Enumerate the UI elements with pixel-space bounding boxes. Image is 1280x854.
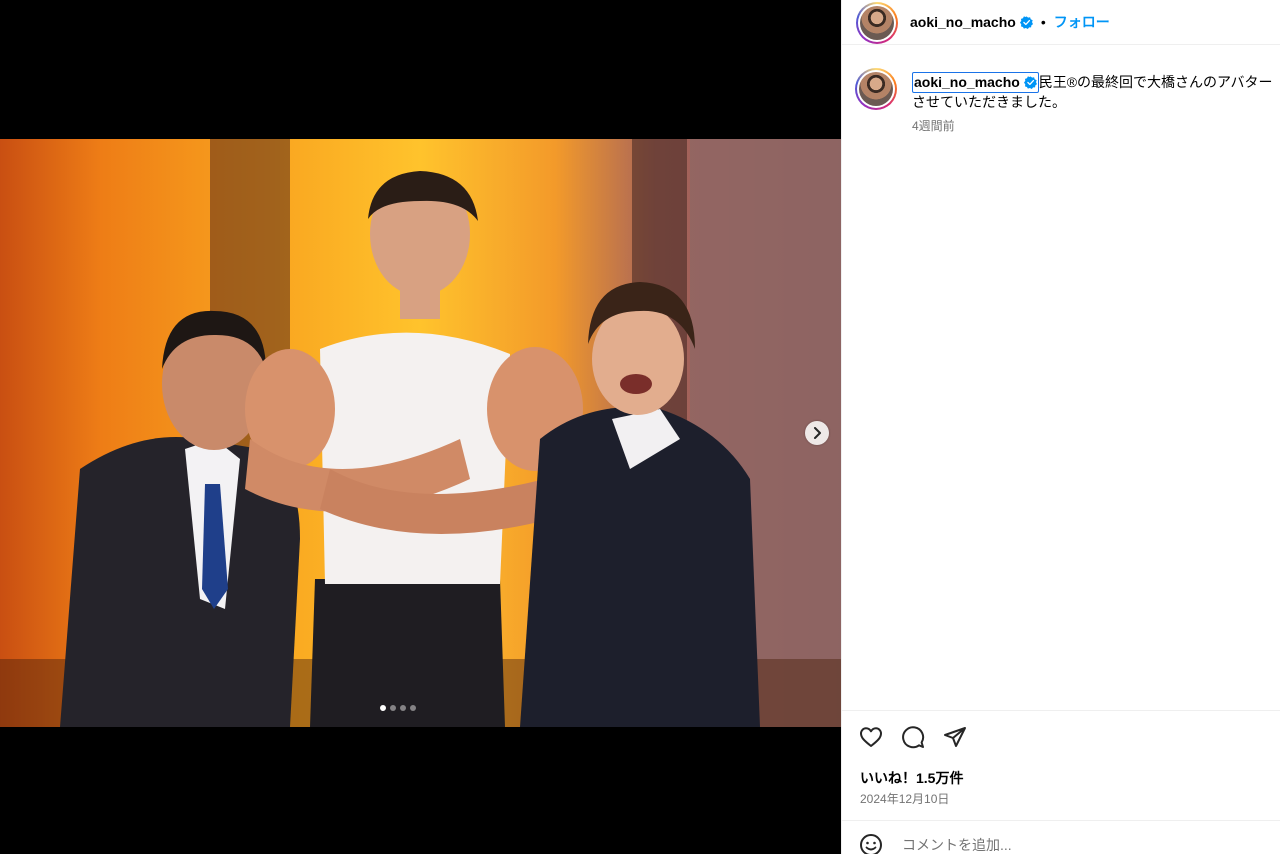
header-separator: •	[1040, 14, 1046, 30]
post-actions	[858, 724, 968, 750]
comment-button[interactable]	[900, 724, 926, 750]
carousel-indicator	[380, 705, 416, 711]
like-count[interactable]: いいね！1.5万件	[860, 768, 963, 788]
photo-illustration	[0, 139, 841, 727]
post-date: 2024年12月10日	[860, 792, 950, 806]
verified-badge-icon	[1023, 76, 1037, 89]
post-caption: aoki_no_macho 民王®の最終回で大橋さんのアバター させていただきま…	[912, 72, 1280, 112]
carousel-next-button[interactable]	[805, 421, 829, 445]
post-media	[0, 0, 841, 854]
header-line: aoki_no_macho • フォロー	[910, 12, 1110, 32]
post-sidebar: aoki_no_macho • フォロー aoki_no_macho 民王®の最…	[841, 0, 1280, 854]
post-header: aoki_no_macho • フォロー	[842, 0, 1280, 45]
caption-timestamp[interactable]: 4週間前	[912, 117, 955, 134]
follow-button[interactable]: フォロー	[1054, 12, 1110, 32]
share-button[interactable]	[942, 724, 968, 750]
header-username[interactable]: aoki_no_macho	[910, 14, 1016, 30]
carousel-dot	[410, 705, 416, 711]
share-icon	[944, 727, 966, 747]
verified-badge-icon	[1019, 15, 1033, 29]
like-button[interactable]	[858, 724, 884, 750]
heart-icon	[860, 727, 882, 747]
divider	[842, 710, 1280, 711]
instagram-post-view: aoki_no_macho • フォロー aoki_no_macho 民王®の最…	[0, 0, 1280, 854]
carousel-dot	[400, 705, 406, 711]
emoji-icon	[860, 834, 882, 854]
caption-username: aoki_no_macho	[914, 74, 1020, 90]
comment-input[interactable]	[900, 836, 1204, 854]
comment-icon	[902, 726, 925, 749]
emoji-button[interactable]	[858, 832, 884, 854]
author-avatar[interactable]	[856, 2, 898, 44]
comment-composer	[858, 832, 1268, 854]
divider	[842, 820, 1280, 821]
chevron-right-icon	[814, 427, 821, 439]
caption-username-link[interactable]: aoki_no_macho	[912, 72, 1039, 93]
post-photo	[0, 139, 841, 727]
carousel-dot	[390, 705, 396, 711]
carousel-dot	[380, 705, 386, 711]
caption-avatar[interactable]	[855, 68, 897, 110]
